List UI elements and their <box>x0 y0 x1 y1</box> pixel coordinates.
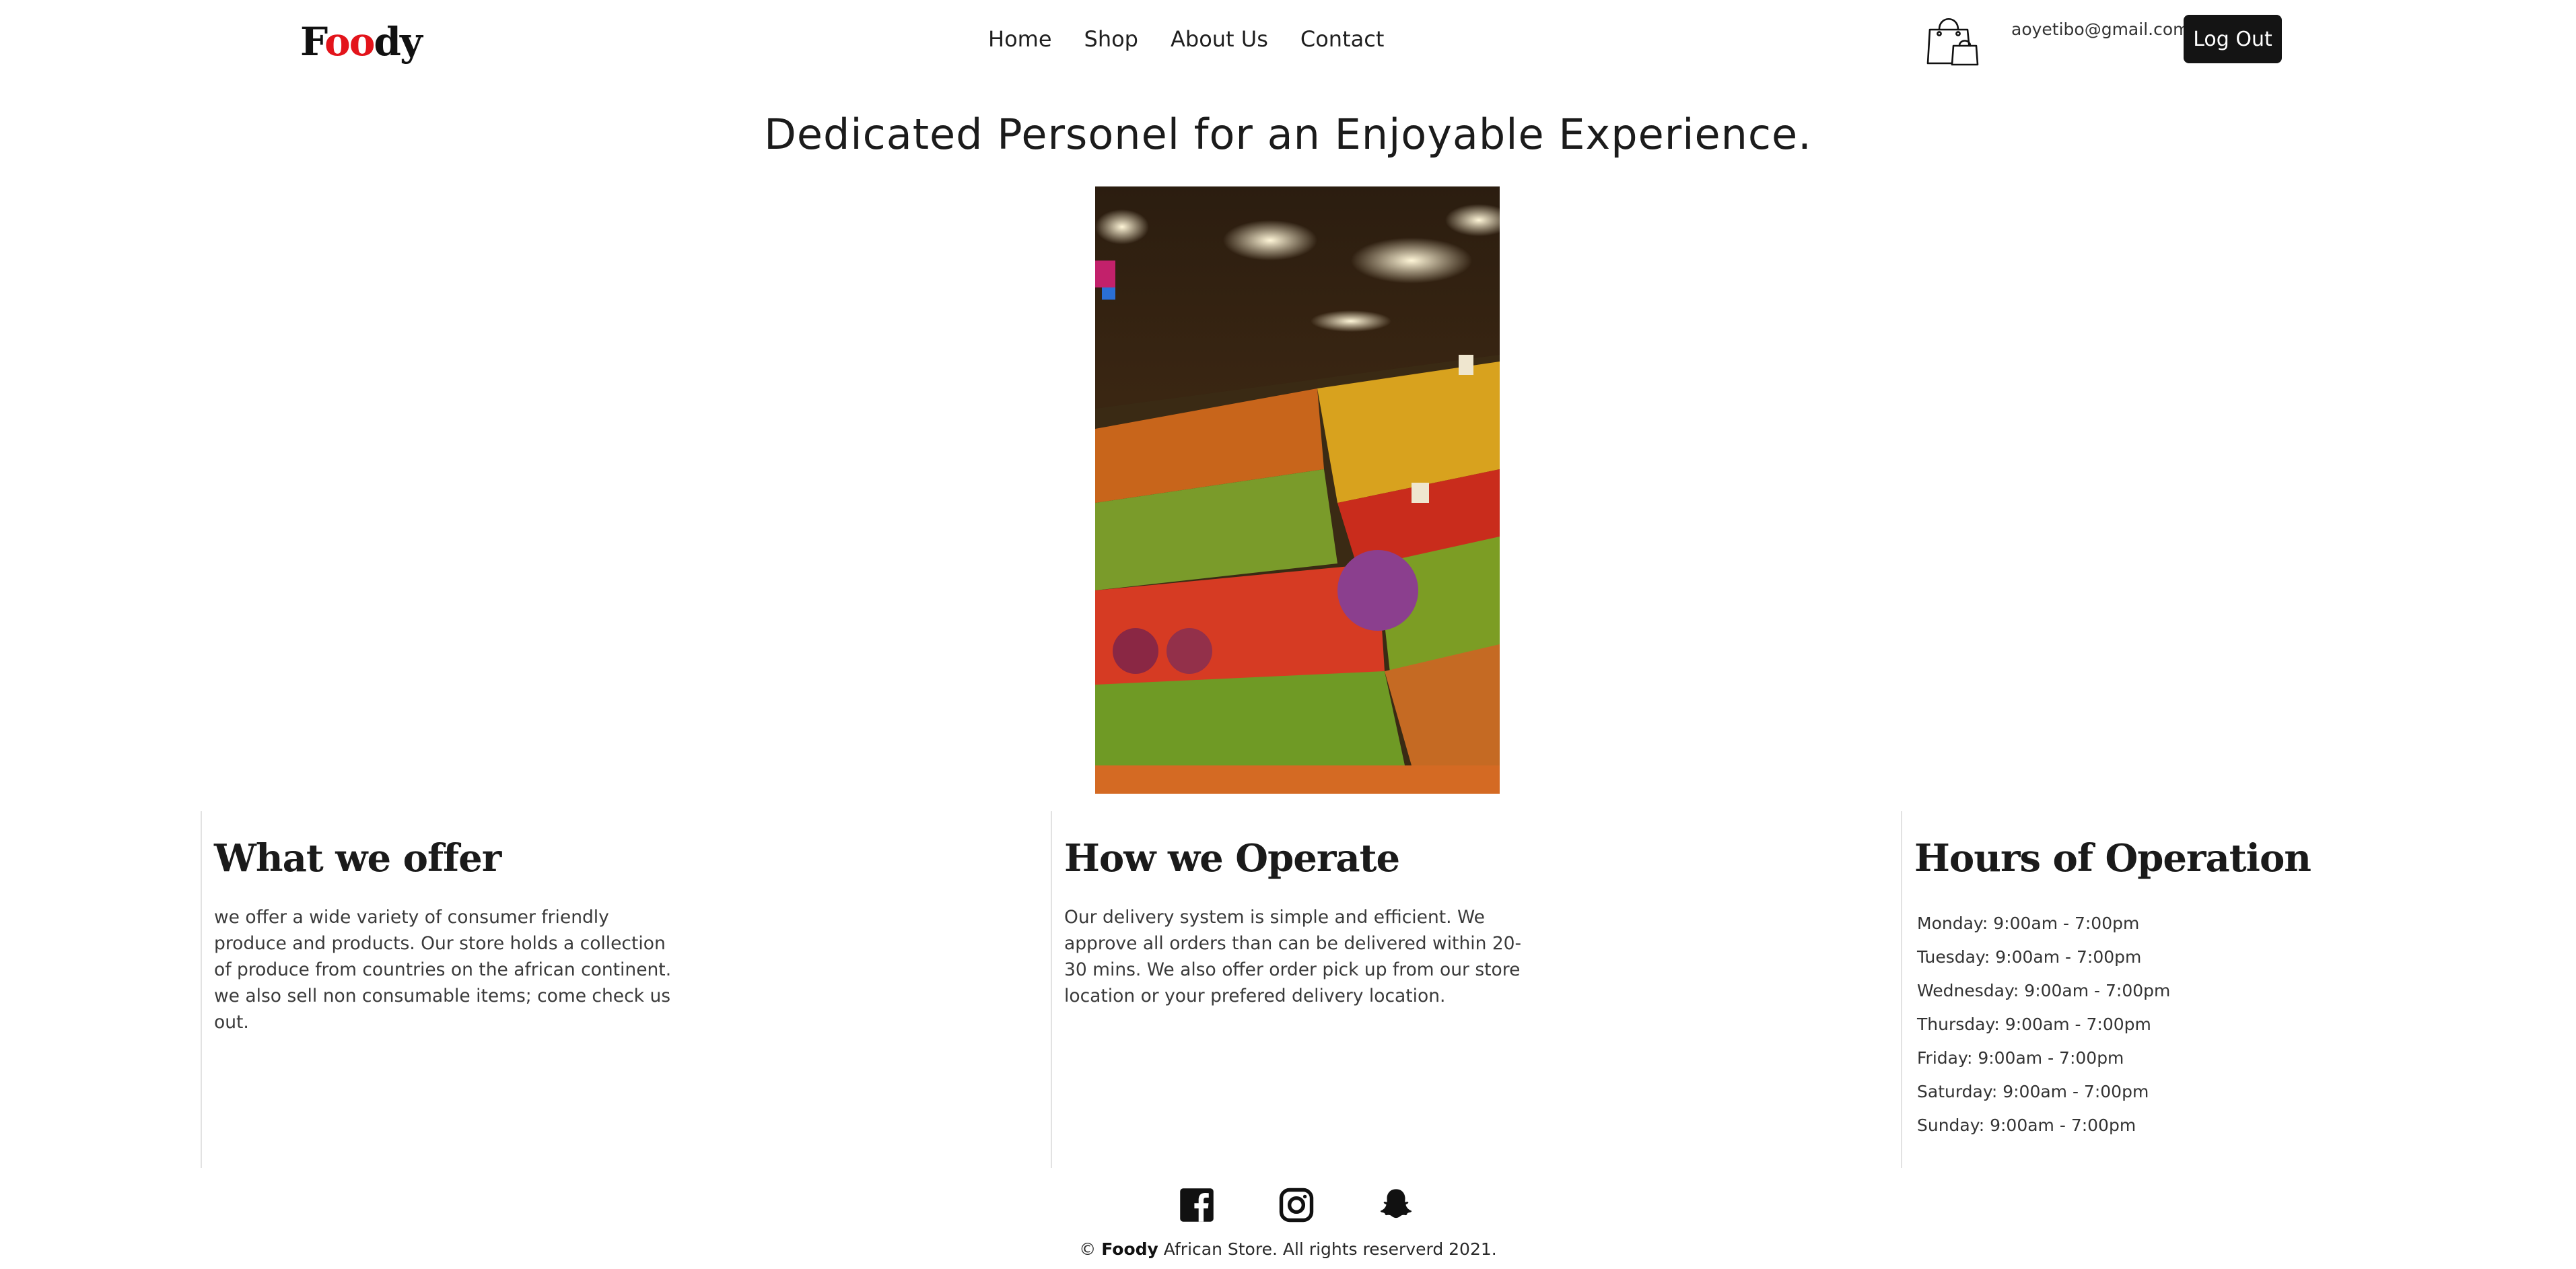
hours-item: Thursday: 9:00am - 7:00pm <box>1917 1015 2151 1034</box>
nav-contact[interactable]: Contact <box>1300 23 1385 55</box>
hours-item: Tuesday: 9:00am - 7:00pm <box>1917 947 2142 967</box>
hero-title: Dedicated Personel for an Enjoyable Expe… <box>764 110 1812 159</box>
nav-home[interactable]: Home <box>988 23 1052 55</box>
section-heading: Hours of Operation <box>1914 836 2311 881</box>
user-email: aoyetibo@gmail.com <box>2011 20 2190 39</box>
hours-item: Saturday: 9:00am - 7:00pm <box>1917 1082 2149 1101</box>
section-what-we-offer: What we offer we offer a wide variety of… <box>201 811 1051 1168</box>
hours-item: Sunday: 9:00am - 7:00pm <box>1917 1116 2136 1135</box>
section-hours-of-operation: Hours of Operation Monday: 9:00am - 7:00… <box>1901 811 2311 1168</box>
section-text: Our delivery system is simple and effici… <box>1064 907 1522 1006</box>
logout-button[interactable]: Log Out <box>2184 15 2282 63</box>
social-links <box>1179 1187 1414 1223</box>
instagram-icon[interactable] <box>1278 1187 1315 1223</box>
hours-list: Monday: 9:00am - 7:00pm Tuesday: 9:00am … <box>1917 907 2170 1142</box>
market-produce-image <box>1095 186 1500 794</box>
logo-accent: oo <box>324 19 375 65</box>
hours-item: Friday: 9:00am - 7:00pm <box>1917 1048 2124 1068</box>
logo[interactable]: Foody <box>300 15 423 69</box>
hours-item: Wednesday: 9:00am - 7:00pm <box>1917 981 2171 1000</box>
logo-start: F <box>300 19 326 65</box>
copyright: © Foody African Store. All rights reserv… <box>0 1237 2576 1262</box>
nav-about-us[interactable]: About Us <box>1171 23 1268 55</box>
copyright-prefix: © <box>1079 1239 1102 1259</box>
copyright-suffix: African Store. All rights reserverd 2021… <box>1158 1239 1497 1259</box>
section-text: we offer a wide variety of consumer frie… <box>214 907 672 1033</box>
logo-end: dy <box>374 19 422 65</box>
facebook-icon[interactable] <box>1179 1187 1215 1223</box>
hours-item: Monday: 9:00am - 7:00pm <box>1917 914 2140 933</box>
section-heading: What we offer <box>214 836 501 881</box>
snapchat-icon[interactable] <box>1378 1187 1414 1223</box>
section-heading: How we Operate <box>1064 836 1400 881</box>
nav-shop[interactable]: Shop <box>1084 23 1138 55</box>
main-nav: Home Shop About Us Contact <box>988 23 1384 55</box>
shopping-bag-icon[interactable] <box>1926 12 1979 66</box>
section-how-we-operate: How we Operate Our delivery system is si… <box>1051 811 1902 1168</box>
copyright-brand: Foody <box>1101 1239 1158 1259</box>
